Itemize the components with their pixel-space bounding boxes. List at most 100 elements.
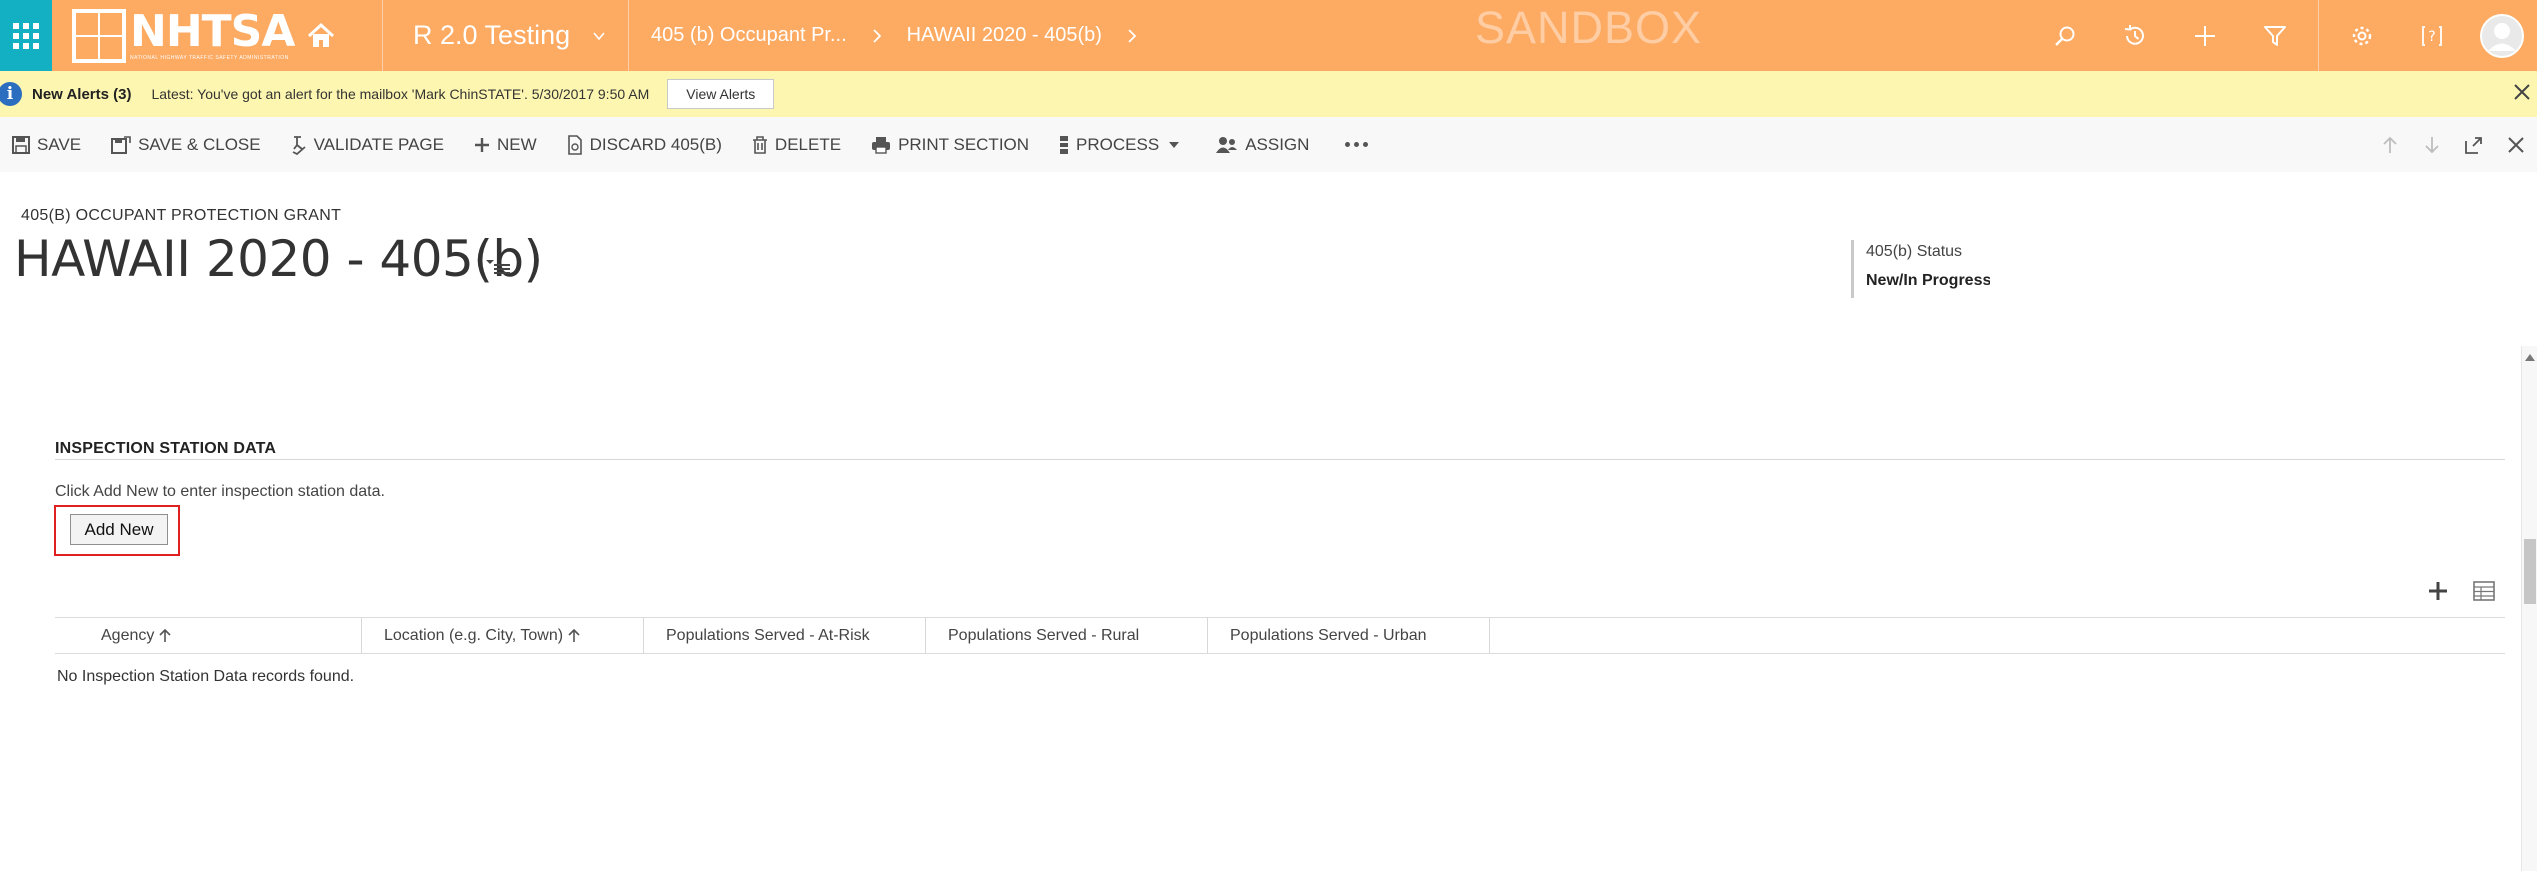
record-nav-group [2369,117,2537,172]
add-record-icon[interactable] [2425,578,2451,604]
process-icon [1060,135,1069,154]
view-alerts-button[interactable]: View Alerts [667,79,775,109]
validate-icon [292,135,306,155]
grid-header-row: Agency Location (e.g. City, Town) Popula… [55,618,1490,653]
assign-label: ASSIGN [1245,134,1310,154]
column-header-rural-label: Populations Served - Rural [948,626,1140,644]
column-header-urban[interactable]: Populations Served - Urban [1208,618,1490,653]
chevron-right-icon[interactable] [1126,28,1138,43]
save-close-icon [111,135,131,154]
column-header-urban-label: Populations Served - Urban [1230,626,1427,644]
logo-subtitle: NATIONAL HIGHWAY TRAFFIC SAFETY ADMINIST… [130,55,289,61]
command-bar: SAVE SAVE & CLOSE VALIDATE PAGE NEW DISC… [0,117,2537,172]
sort-ascending-icon [159,628,171,642]
breadcrumb-entity-label: 405 (b) Occupant Pr... [651,24,847,46]
nhtsa-logo: NHTSA NATIONAL HIGHWAY TRAFFIC SAFETY AD… [72,6,295,63]
delete-label: DELETE [774,134,842,154]
process-label: PROCESS [1076,134,1160,154]
process-dropdown[interactable]: PROCESS [1059,117,1186,172]
svg-text:?: ? [2428,29,2435,45]
discard-document-icon [567,134,582,155]
record-title: HAWAII 2020 - 405(b) [14,230,543,288]
help-icon[interactable]: ? [2397,0,2467,71]
save-close-button[interactable]: SAVE & CLOSE [111,117,261,172]
save-button[interactable]: SAVE [12,117,81,172]
print-section-label: PRINT SECTION [898,134,1030,154]
vertical-scrollbar[interactable] [2521,346,2537,871]
new-button[interactable]: NEW [474,117,537,172]
new-label: NEW [496,134,537,154]
home-icon[interactable] [306,21,336,51]
logo-title: NHTSA [130,6,295,57]
search-icon[interactable] [2030,0,2100,71]
info-icon: i [0,82,22,106]
grid-view-icon[interactable] [2471,578,2497,604]
waffle-grid [13,22,39,49]
nav-icon-group: ? [2030,0,2537,71]
logo-seal-icon [72,8,126,63]
discard-label: DISCARD 405(B) [589,134,722,154]
grid-header-border [55,653,2505,654]
validate-page-label: VALIDATE PAGE [313,134,444,154]
column-header-rural[interactable]: Populations Served - Rural [926,618,1208,653]
assign-button[interactable]: ASSIGN [1216,117,1309,172]
history-icon[interactable] [2100,0,2170,71]
logo-text: NHTSA NATIONAL HIGHWAY TRAFFIC SAFETY AD… [130,6,295,62]
sort-ascending-icon [568,628,580,642]
gear-icon[interactable] [2327,0,2397,71]
add-new-button[interactable]: Add New [70,514,168,545]
previous-record-icon[interactable] [2369,117,2411,172]
printer-icon [872,136,891,154]
scrollbar-thumb[interactable] [2524,539,2536,604]
breadcrumb-entity[interactable]: 405 (b) Occupant Pr... [629,0,847,71]
column-header-agency[interactable]: Agency [55,618,362,653]
save-icon [12,135,30,154]
close-icon[interactable] [2511,81,2533,103]
column-header-location[interactable]: Location (e.g. City, Town) [362,618,644,653]
app-name: R 2.0 Testing [413,20,571,50]
status-label: 405(b) Status [1866,243,1963,260]
save-close-label: SAVE & CLOSE [138,134,261,154]
breadcrumb-record[interactable]: HAWAII 2020 - 405(b) [907,0,1102,71]
waffle-icon[interactable] [0,0,52,71]
validate-page-button[interactable]: VALIDATE PAGE [291,117,444,172]
entity-type-label: 405(B) OCCUPANT PROTECTION GRANT [21,207,342,224]
trash-icon [752,135,767,154]
section-title: INSPECTION STATION DATA [55,440,277,457]
print-section-button[interactable]: PRINT SECTION [871,117,1029,172]
alerts-title: New Alerts (3) [32,85,132,103]
grid-empty-message: No Inspection Station Data records found… [57,668,355,685]
section-divider [55,459,2505,460]
chevron-right-icon [873,28,881,43]
plus-icon [474,137,489,152]
caret-down-icon [1169,141,1180,148]
save-label: SAVE [37,134,82,154]
more-commands-icon[interactable] [1339,117,1374,172]
popout-icon[interactable] [2453,117,2495,172]
column-header-at-risk-label: Populations Served - At-Risk [666,626,870,644]
section-description: Click Add New to enter inspection statio… [55,483,385,500]
app-switcher[interactable]: R 2.0 Testing [383,0,629,71]
plus-icon[interactable] [2170,0,2240,71]
top-navigation-bar: NHTSA NATIONAL HIGHWAY TRAFFIC SAFETY AD… [0,0,2537,71]
alerts-bar: i New Alerts (3) Latest: You've got an a… [0,71,2537,117]
column-header-agency-label: Agency [101,626,155,644]
environment-label: SANDBOX [1475,2,1703,53]
chevron-down-icon [593,31,605,40]
scroll-up-arrow-icon[interactable] [2524,352,2536,362]
next-record-icon[interactable] [2411,117,2453,172]
alerts-message: Latest: You've got an alert for the mail… [151,86,650,102]
user-avatar-icon[interactable] [2467,0,2537,71]
status-value: New/In Progress [1866,272,1990,289]
assign-users-icon [1216,136,1238,153]
close-record-icon[interactable] [2495,117,2537,172]
logo-area: NHTSA NATIONAL HIGHWAY TRAFFIC SAFETY AD… [52,0,383,71]
column-header-at-risk[interactable]: Populations Served - At-Risk [644,618,926,653]
delete-button[interactable]: DELETE [752,117,841,172]
form-selector-icon[interactable] [486,255,512,277]
filter-icon[interactable] [2240,0,2310,71]
nav-divider [2318,0,2319,71]
breadcrumb-record-label: HAWAII 2020 - 405(b) [906,24,1102,46]
discard-button[interactable]: DISCARD 405(B) [567,117,722,172]
status-field: 405(b) Status New/In Progress [1851,240,1990,298]
